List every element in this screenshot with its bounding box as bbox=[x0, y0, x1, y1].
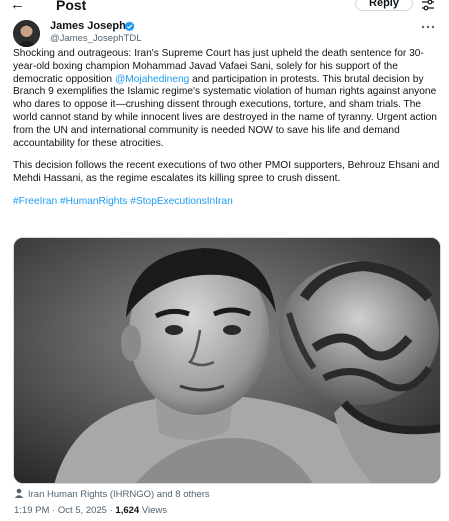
views-count: 1,624 bbox=[115, 505, 140, 516]
person-icon bbox=[14, 488, 24, 498]
post-paragraph-2: This decision follows the recent executi… bbox=[13, 160, 440, 185]
more-options-icon[interactable] bbox=[421, 24, 435, 30]
post-date[interactable]: Oct 5, 2025 bbox=[58, 505, 107, 516]
meta-separator: · bbox=[49, 505, 58, 516]
author-name[interactable]: James Joseph bbox=[50, 20, 126, 33]
tagged-people-text: Iran Human Rights (IHRNGO) and 8 others bbox=[28, 489, 210, 500]
verified-badge-icon bbox=[124, 21, 135, 32]
boxer-photo-image bbox=[14, 238, 440, 483]
views-label: Views bbox=[141, 505, 168, 516]
post-body: Shocking and outrageous: Iran's Supreme … bbox=[13, 48, 445, 219]
hashtag-link[interactable]: #FreeIran bbox=[13, 196, 57, 207]
adjust-icon[interactable] bbox=[421, 0, 435, 11]
post-paragraph-1: Shocking and outrageous: Iran's Supreme … bbox=[13, 48, 445, 150]
author-handle[interactable]: @James_JosephTDL bbox=[50, 33, 142, 45]
avatar[interactable] bbox=[13, 20, 40, 47]
post-time[interactable]: 1:19 PM bbox=[14, 505, 49, 516]
mention-link[interactable]: @Mojahedineng bbox=[115, 74, 189, 85]
hashtag-link[interactable]: #HumanRights bbox=[60, 196, 127, 207]
post-meta: 1:19 PM · Oct 5, 2025 · 1,624 Views bbox=[14, 505, 167, 517]
hashtag-row: #FreeIran #HumanRights #StopExecutionsIn… bbox=[13, 196, 445, 209]
post-photo[interactable] bbox=[13, 237, 441, 484]
reply-button[interactable]: Reply bbox=[355, 0, 413, 11]
back-arrow-icon[interactable]: ← bbox=[10, 0, 25, 12]
tagged-people[interactable]: Iran Human Rights (IHRNGO) and 8 others bbox=[14, 488, 210, 500]
page-title: Post bbox=[56, 0, 87, 13]
hashtag-link[interactable]: #StopExecutionsInIran bbox=[130, 196, 233, 207]
top-bar: ← Post Reply bbox=[0, 0, 449, 12]
avatar-image bbox=[13, 20, 40, 47]
